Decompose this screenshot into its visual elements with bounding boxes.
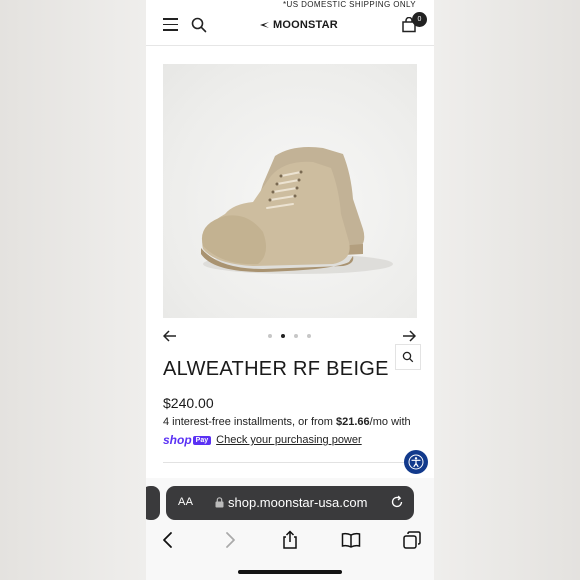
gallery-navigation: [146, 328, 434, 344]
zoom-button[interactable]: [395, 344, 421, 370]
previous-tab-pill[interactable]: [146, 486, 160, 520]
shoppay-logo-pay: Pay: [192, 435, 212, 445]
bookmarks-icon[interactable]: [341, 530, 361, 550]
tabs-icon[interactable]: [402, 530, 422, 550]
installments-text: 4 interest-free installments, or from $2…: [163, 416, 411, 428]
hamburger-menu-icon[interactable]: [163, 18, 178, 32]
installments-amount: $21.66: [336, 416, 370, 428]
share-icon[interactable]: [280, 530, 300, 550]
back-icon[interactable]: [158, 530, 178, 550]
arrow-right-icon[interactable]: [402, 328, 416, 344]
gallery-dot[interactable]: [268, 334, 272, 338]
background-right: [434, 0, 580, 580]
phone-screen: *US DOMESTIC SHIPPING ONLY MOONSTAR 0 AL…: [146, 0, 434, 580]
accessibility-button[interactable]: [404, 450, 428, 474]
browser-bar: AA shop.moonstar-usa.com: [146, 478, 434, 580]
moonstar-logo[interactable]: MOONSTAR: [252, 17, 338, 33]
boot-photo-icon: [201, 147, 393, 274]
accessibility-icon: [408, 454, 424, 470]
product-price: $240.00: [163, 395, 214, 411]
shoppay-row: shop Pay Check your purchasing power: [163, 433, 362, 447]
arrow-left-icon[interactable]: [163, 328, 177, 344]
address-bar[interactable]: AA shop.moonstar-usa.com: [166, 486, 414, 520]
moonstar-logo-icon: [255, 19, 269, 31]
forward-icon[interactable]: [220, 530, 240, 550]
text-size-button[interactable]: AA: [178, 496, 193, 508]
browser-toolbar: [146, 530, 434, 552]
zoom-icon: [402, 351, 414, 363]
url-text: shop.moonstar-usa.com: [228, 495, 368, 510]
lock-icon: [215, 497, 224, 508]
logo-text: MOONSTAR: [273, 19, 338, 31]
product-image[interactable]: [163, 64, 421, 370]
shoppay-logo-shop: shop: [163, 433, 192, 447]
divider: [163, 462, 417, 463]
site-header: MOONSTAR 0: [146, 10, 434, 46]
gallery-dots: [268, 334, 311, 338]
installments-suffix: /mo with: [369, 416, 411, 428]
product-title: ALWEATHER RF BEIGE: [163, 358, 389, 380]
reload-icon[interactable]: [390, 495, 404, 509]
shipping-banner: *US DOMESTIC SHIPPING ONLY: [283, 0, 416, 9]
cart-count-badge: 0: [412, 12, 427, 27]
search-icon[interactable]: [191, 17, 207, 33]
installments-prefix: 4 interest-free installments, or from: [163, 416, 337, 428]
gallery-dot[interactable]: [294, 334, 298, 338]
home-indicator[interactable]: [238, 570, 342, 574]
purchasing-power-link[interactable]: Check your purchasing power: [216, 434, 362, 446]
gallery-dot[interactable]: [307, 334, 311, 338]
background-left: [0, 0, 146, 580]
gallery-dot-active[interactable]: [281, 334, 285, 338]
